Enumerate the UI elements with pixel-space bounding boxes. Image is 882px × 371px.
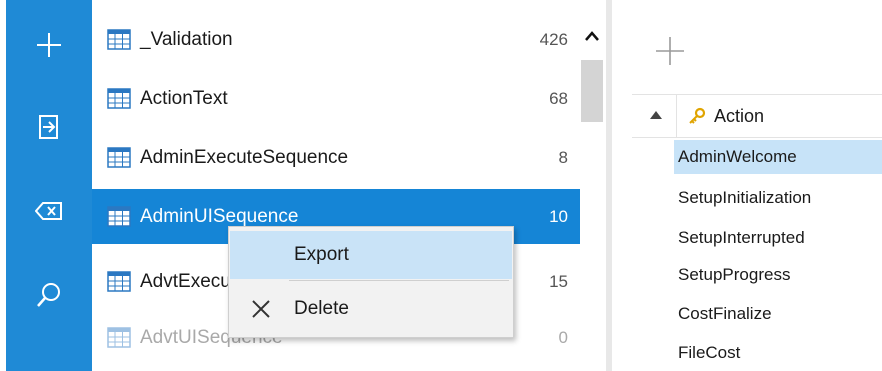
backspace-icon (35, 202, 62, 220)
cell[interactable]: FileCost (678, 336, 882, 370)
table-row[interactable]: ActionText 68 (92, 71, 580, 126)
delete-menu-item[interactable]: Delete (230, 285, 512, 333)
import-icon (39, 115, 58, 139)
cell[interactable]: SetupProgress (678, 258, 882, 292)
key-icon (689, 107, 706, 124)
table-icon (107, 205, 131, 227)
close-icon (252, 300, 270, 318)
table-icon (107, 326, 131, 348)
table-content-panel: Action AdminWelcome SetupInitialization … (612, 0, 882, 371)
table-name: _Validation (140, 28, 233, 50)
table-name: ActionText (140, 87, 228, 109)
import-button[interactable] (6, 96, 92, 158)
delete-label: Delete (294, 298, 349, 319)
table-icon (107, 270, 131, 292)
scrollbar[interactable] (580, 0, 604, 371)
cell-selected[interactable]: AdminWelcome (674, 140, 882, 174)
plus-icon (37, 33, 61, 57)
row-count: 0 (558, 327, 568, 347)
sort-ascending-icon (650, 111, 662, 119)
add-table-button[interactable] (6, 14, 92, 76)
header-separator (676, 95, 677, 137)
row-count: 15 (549, 271, 568, 291)
column-title: Action (714, 106, 765, 126)
table-row[interactable]: AdminExecuteSequence 8 (92, 130, 580, 185)
table-icon (107, 146, 131, 168)
menu-separator (289, 280, 509, 281)
row-count: 68 (549, 88, 568, 108)
search-icon (37, 283, 60, 307)
cell[interactable]: SetupInterrupted (678, 221, 882, 255)
table-icon (107, 87, 131, 109)
context-menu: Export Delete (228, 226, 514, 338)
row-count: 426 (539, 29, 568, 49)
export-menu-item[interactable]: Export (230, 231, 512, 279)
chevron-up-icon (585, 31, 599, 41)
table-name: AdminUISequence (140, 205, 299, 227)
column-header[interactable]: Action (632, 94, 882, 138)
table-name: AdminExecuteSequence (140, 146, 349, 168)
scrollbar-thumb[interactable] (581, 60, 603, 122)
add-row-button[interactable] (652, 33, 688, 69)
row-count: 10 (549, 206, 568, 226)
scroll-up-button[interactable] (580, 24, 604, 48)
table-row[interactable]: _Validation 426 (92, 12, 580, 67)
sidebar-rail (6, 0, 92, 371)
cell[interactable]: SetupInitialization (678, 181, 882, 215)
search-button[interactable] (6, 264, 92, 326)
row-count: 8 (558, 147, 568, 167)
cell[interactable]: CostFinalize (678, 297, 882, 331)
delete-table-button[interactable] (6, 180, 92, 242)
table-icon (107, 28, 131, 50)
export-label: Export (294, 244, 349, 265)
